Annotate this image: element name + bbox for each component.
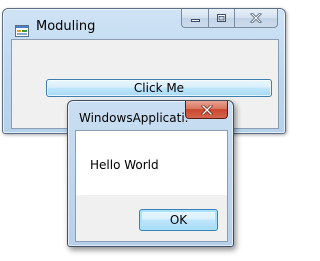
message-text: Hello World xyxy=(90,158,159,172)
click-me-button[interactable]: Click Me xyxy=(46,79,272,97)
close-icon xyxy=(250,13,262,23)
maximize-icon xyxy=(217,13,226,22)
message-box-title: WindowsApplicati... xyxy=(79,111,189,125)
message-body: Hello World xyxy=(76,131,227,195)
close-icon xyxy=(200,104,213,115)
maximize-button[interactable] xyxy=(208,9,234,28)
message-box-client: Hello World OK xyxy=(75,130,228,242)
ok-button[interactable]: OK xyxy=(139,209,218,231)
main-titlebar[interactable]: Moduling xyxy=(3,9,285,39)
close-button[interactable] xyxy=(234,9,278,28)
caption-buttons xyxy=(181,9,278,28)
minimize-button[interactable] xyxy=(181,9,208,28)
window-title: Moduling xyxy=(36,19,96,34)
message-box: WindowsApplicati... Hello World OK xyxy=(67,100,234,247)
minimize-icon xyxy=(190,18,200,22)
form-app-icon xyxy=(15,22,29,37)
message-box-close-button[interactable] xyxy=(185,101,228,119)
